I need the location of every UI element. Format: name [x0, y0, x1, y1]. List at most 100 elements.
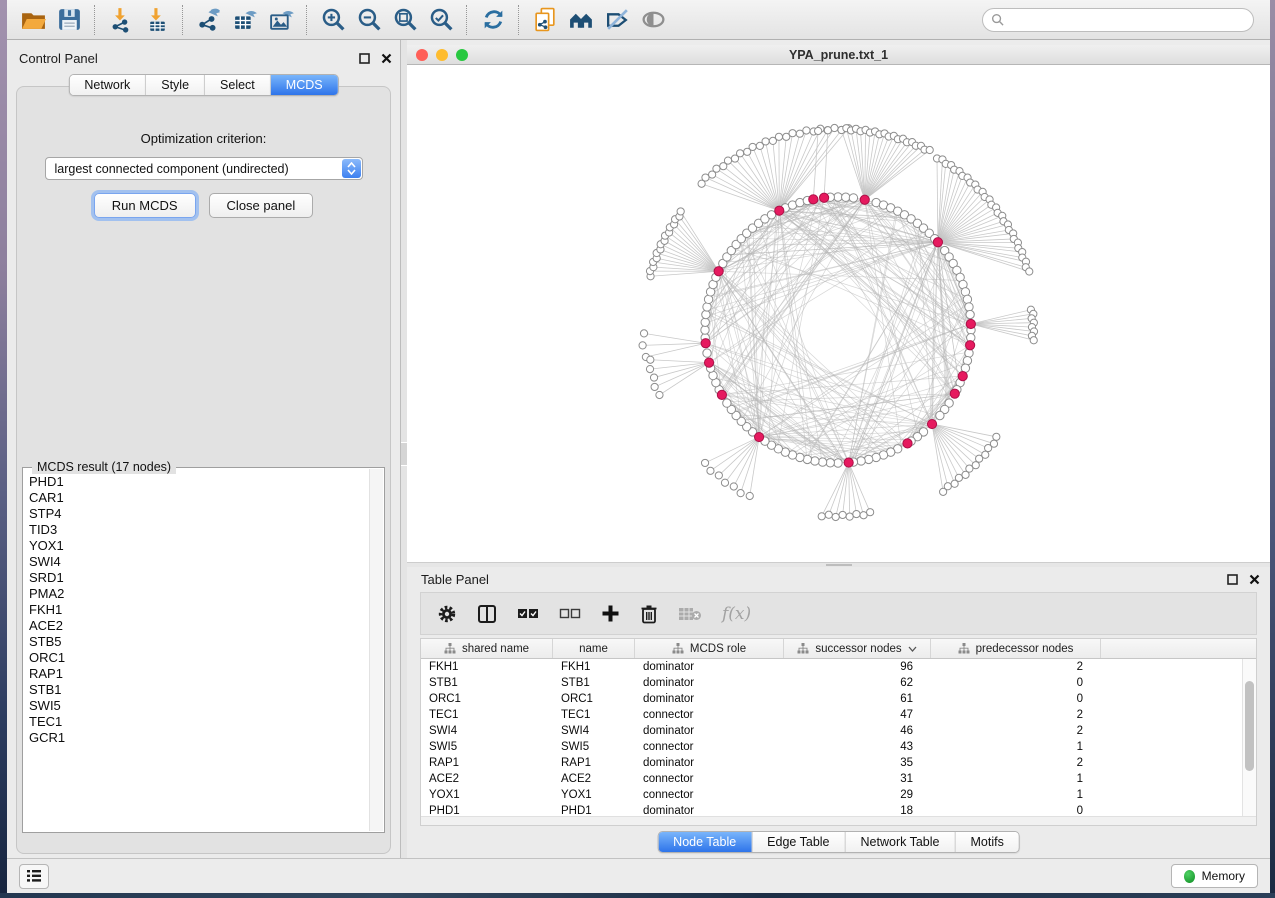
criterion-dropdown[interactable]: largest connected component (undirected) [45, 157, 363, 180]
mcds-node[interactable] [966, 341, 975, 350]
mcds-node[interactable] [717, 390, 726, 399]
table-row[interactable]: ACE2ACE2connector311 [421, 771, 1256, 787]
birdseye-view-button[interactable] [563, 3, 599, 37]
table-row[interactable]: SWI5SWI5connector431 [421, 739, 1256, 755]
zoom-selected-button[interactable] [423, 3, 459, 37]
tab-edge-table[interactable]: Edge Table [751, 832, 844, 852]
run-mcds-button[interactable]: Run MCDS [94, 193, 196, 218]
add-column-button[interactable] [601, 604, 620, 623]
mcds-node-item[interactable]: TID3 [29, 522, 368, 538]
clone-network-button[interactable] [527, 3, 563, 37]
window-minimize-button[interactable] [436, 49, 448, 61]
table-row[interactable]: YOX1YOX1connector291 [421, 787, 1256, 803]
table-row[interactable]: PHD1PHD1dominator180 [421, 803, 1256, 816]
close-panel-button[interactable]: Close panel [209, 193, 314, 218]
network-window-titlebar[interactable]: YPA_prune.txt_1 [407, 45, 1270, 65]
table-panel-float-button[interactable] [1227, 574, 1238, 585]
mcds-node-item[interactable]: CAR1 [29, 490, 368, 506]
table-row[interactable]: SWI4SWI4dominator462 [421, 723, 1256, 739]
control-panel-close-button[interactable] [381, 53, 392, 64]
delete-column-button[interactable] [640, 604, 658, 624]
mcds-node[interactable] [701, 339, 710, 348]
table-settings-button[interactable] [437, 604, 457, 624]
mcds-node-item[interactable]: RAP1 [29, 666, 368, 682]
mcds-node[interactable] [844, 458, 853, 467]
column-header-successor-nodes[interactable]: successor nodes [784, 639, 931, 658]
open-file-button[interactable] [15, 3, 51, 37]
export-image-button[interactable] [263, 3, 299, 37]
deselect-all-rows-button[interactable] [559, 607, 581, 621]
hide-labels-button[interactable] [599, 3, 635, 37]
network-canvas[interactable] [407, 65, 1270, 562]
mcds-node[interactable] [903, 439, 912, 448]
tab-mcds[interactable]: MCDS [270, 75, 338, 95]
import-table-button[interactable] [139, 3, 175, 37]
mcds-node-item[interactable]: SRD1 [29, 570, 368, 586]
tab-motifs[interactable]: Motifs [954, 832, 1018, 852]
mcds-node-item[interactable]: SWI4 [29, 554, 368, 570]
table-row[interactable]: STB1STB1dominator620 [421, 675, 1256, 691]
table-row[interactable]: TEC1TEC1connector472 [421, 707, 1256, 723]
mcds-node[interactable] [933, 238, 942, 247]
select-all-rows-button[interactable] [517, 607, 539, 621]
zoom-out-button[interactable] [351, 3, 387, 37]
table-row[interactable]: RAP1RAP1dominator352 [421, 755, 1256, 771]
mcds-node-item[interactable]: STP4 [29, 506, 368, 522]
tab-style[interactable]: Style [145, 75, 204, 95]
export-table-button[interactable] [227, 3, 263, 37]
mcds-node-item[interactable]: PHD1 [29, 474, 368, 490]
tab-network-table[interactable]: Network Table [845, 832, 955, 852]
show-hide-graphics-button[interactable] [635, 3, 671, 37]
mcds-node[interactable] [704, 358, 713, 367]
network-graph[interactable] [407, 65, 1270, 562]
mcds-node-item[interactable]: STB1 [29, 682, 368, 698]
console-button[interactable] [19, 864, 49, 889]
tab-network[interactable]: Network [69, 75, 145, 95]
mcds-node[interactable] [819, 193, 828, 202]
mcds-result-list[interactable]: PHD1CAR1STP4TID3YOX1SWI4SRD1PMA2FKH1ACE2… [29, 474, 368, 828]
mcds-node[interactable] [775, 206, 784, 215]
column-header-MCDS-role[interactable]: MCDS role [635, 639, 784, 658]
splitter-handle[interactable] [826, 564, 852, 566]
column-header-name[interactable]: name [553, 639, 635, 658]
show-columns-button[interactable] [477, 604, 497, 624]
zoom-fit-button[interactable] [387, 3, 423, 37]
mcds-node-item[interactable]: ACE2 [29, 618, 368, 634]
tab-node-table[interactable]: Node Table [658, 832, 751, 852]
save-session-button[interactable] [51, 3, 87, 37]
scrollbar-thumb[interactable] [1245, 681, 1254, 771]
mcds-node-item[interactable]: GCR1 [29, 730, 368, 746]
apply-layout-button[interactable] [475, 3, 511, 37]
mcds-node-item[interactable]: FKH1 [29, 602, 368, 618]
mcds-node[interactable] [950, 389, 959, 398]
column-header-predecessor-nodes[interactable]: predecessor nodes [931, 639, 1101, 658]
tab-select[interactable]: Select [204, 75, 270, 95]
table-panel-close-button[interactable] [1249, 574, 1260, 585]
mcds-node-item[interactable]: STB5 [29, 634, 368, 650]
mcds-node-item[interactable]: PMA2 [29, 586, 368, 602]
delete-table-button[interactable] [678, 606, 702, 622]
mcds-node[interactable] [958, 372, 967, 381]
window-close-button[interactable] [416, 49, 428, 61]
mcds-node-item[interactable]: YOX1 [29, 538, 368, 554]
mcds-list-scrollbar[interactable] [369, 469, 383, 831]
window-zoom-button[interactable] [456, 49, 468, 61]
table-row[interactable]: FKH1FKH1dominator962 [421, 659, 1256, 675]
mcds-node[interactable] [860, 195, 869, 204]
mcds-node[interactable] [966, 319, 975, 328]
search-input[interactable] [1009, 12, 1245, 28]
mcds-node-item[interactable]: SWI5 [29, 698, 368, 714]
function-builder-button[interactable]: f(x) [722, 604, 751, 624]
mcds-node[interactable] [809, 195, 818, 204]
mcds-node-item[interactable]: ORC1 [29, 650, 368, 666]
control-panel-float-button[interactable] [359, 53, 370, 64]
table-vertical-scrollbar[interactable] [1242, 659, 1256, 816]
mcds-node[interactable] [927, 419, 936, 428]
mcds-node-item[interactable]: TEC1 [29, 714, 368, 730]
mcds-node[interactable] [714, 267, 723, 276]
table-row[interactable]: ORC1ORC1dominator610 [421, 691, 1256, 707]
zoom-in-button[interactable] [315, 3, 351, 37]
memory-button[interactable]: Memory [1171, 864, 1258, 888]
table-horizontal-scrollbar[interactable] [421, 816, 1256, 825]
import-network-button[interactable] [103, 3, 139, 37]
